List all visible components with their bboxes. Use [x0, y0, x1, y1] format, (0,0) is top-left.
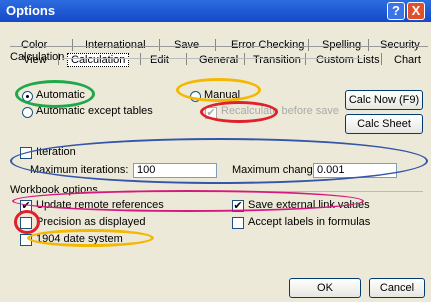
tab-separator — [305, 53, 306, 65]
tab-error-checking[interactable]: Error Checking — [231, 39, 304, 51]
tab-separator — [140, 53, 141, 65]
tab-save[interactable]: Save — [174, 39, 199, 51]
tab-chart[interactable]: Chart — [394, 54, 421, 66]
tab-calculation[interactable]: Calculation — [67, 53, 130, 67]
tab-general[interactable]: General — [199, 54, 238, 66]
title-bar: Options ? X — [0, 0, 431, 22]
tab-separator — [368, 39, 369, 51]
tab-separator — [244, 53, 245, 65]
automatic-except-tables-radio[interactable] — [22, 107, 33, 118]
window-title: Options — [6, 3, 56, 18]
ok-button[interactable]: OK — [289, 278, 361, 298]
cancel-button[interactable]: Cancel — [369, 278, 425, 298]
tab-separator — [186, 53, 187, 65]
tab-transition[interactable]: Transition — [253, 54, 301, 66]
annotation-ellipse-magenta — [12, 190, 364, 212]
tab-color[interactable]: Color — [21, 39, 47, 51]
annotation-ellipse-blue — [10, 138, 428, 184]
calc-sheet-button[interactable]: Calc Sheet — [345, 114, 423, 134]
tab-separator — [159, 39, 160, 51]
tab-spelling[interactable]: Spelling — [322, 39, 361, 51]
tab-international[interactable]: International — [85, 39, 146, 51]
tab-security[interactable]: Security — [380, 39, 420, 51]
annotation-ellipse-red — [200, 101, 278, 123]
precision-as-displayed-label: Precision as displayed — [36, 216, 146, 228]
divider — [62, 58, 362, 59]
annotation-ellipse-red — [14, 210, 40, 234]
annotation-ellipse-yellow — [27, 229, 154, 247]
tab-separator — [72, 39, 73, 51]
tab-separator — [215, 39, 216, 51]
accept-labels-checkbox[interactable] — [232, 217, 244, 229]
annotation-ellipse-green — [15, 80, 95, 108]
tab-custom-lists[interactable]: Custom Lists — [316, 54, 380, 66]
accept-labels-label: Accept labels in formulas — [248, 216, 371, 228]
help-button[interactable]: ? — [387, 2, 405, 20]
tab-separator — [308, 39, 309, 51]
close-button[interactable]: X — [407, 2, 425, 20]
tab-edit[interactable]: Edit — [150, 54, 169, 66]
calc-now-button[interactable]: Calc Now (F9) — [345, 90, 423, 110]
tab-separator — [381, 53, 382, 65]
annotation-ellipse-yellow — [176, 78, 261, 102]
calculation-group-title: Calculation — [10, 51, 65, 63]
tab-strip-border — [10, 46, 428, 47]
